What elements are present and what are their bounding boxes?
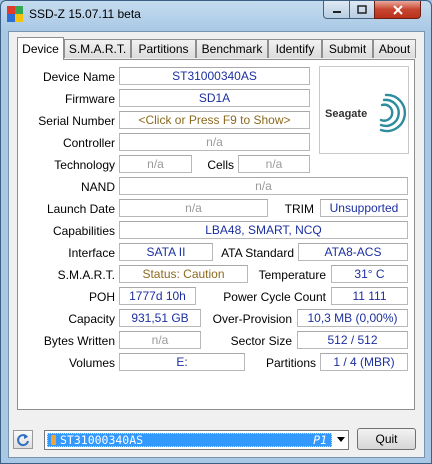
device-name-value: ST31000340AS	[119, 67, 310, 85]
volumes-label: Volumes	[68, 356, 115, 370]
tab-partitions[interactable]: Partitions	[131, 39, 196, 58]
minimize-button[interactable]	[323, 1, 350, 19]
over-provision-value: 10,3 MB (0,00%)	[297, 309, 408, 327]
controller-label: Controller	[62, 136, 115, 150]
volumes-value: E:	[119, 353, 245, 371]
bytes-written-value: n/a	[119, 331, 201, 349]
smart-status-value: Status: Caution	[119, 265, 248, 283]
firmware-label: Firmware	[65, 92, 115, 106]
tab-submit[interactable]: Submit	[322, 39, 373, 58]
launch-date-value: n/a	[119, 199, 268, 217]
maximize-button[interactable]	[349, 1, 375, 19]
bottom-bar: ST31000340AS P1 Quit	[9, 410, 424, 457]
refresh-button[interactable]	[13, 430, 33, 449]
over-provision-label: Over-Provision	[212, 312, 292, 326]
trim-label: TRIM	[284, 202, 314, 216]
window-title: SSD-Z 15.07.11 beta	[29, 7, 141, 21]
cells-value: n/a	[238, 155, 310, 173]
temperature-value: 31° C	[331, 265, 408, 283]
launch-date-label: Launch Date	[46, 202, 115, 216]
tab-benchmark[interactable]: Benchmark	[196, 39, 268, 58]
serial-number-value[interactable]: <Click or Press F9 to Show>	[119, 111, 310, 129]
capacity-value: 931,51 GB	[119, 309, 201, 327]
ata-standard-label: ATA Standard	[221, 246, 294, 260]
serial-number-label: Serial Number	[38, 114, 115, 128]
trim-value: Unsupported	[320, 199, 408, 217]
drive-select[interactable]: ST31000340AS P1	[44, 430, 349, 450]
seagate-logo-icon: Seagate	[325, 93, 407, 133]
maximize-icon	[357, 4, 367, 14]
firmware-value: SD1A	[119, 89, 310, 107]
drive-selected-name: ST31000340AS	[60, 433, 144, 447]
svg-text:Seagate: Seagate	[325, 108, 367, 120]
sector-size-label: Sector Size	[230, 334, 292, 348]
drive-tag: P1	[313, 433, 327, 447]
app-icon	[7, 6, 23, 22]
capabilities-value: LBA48, SMART, NCQ	[119, 221, 408, 239]
cells-label: Cells	[207, 158, 234, 172]
temperature-label: Temperature	[258, 268, 326, 282]
close-icon	[392, 4, 403, 15]
quit-button[interactable]: Quit	[357, 428, 416, 450]
controller-value: n/a	[119, 133, 310, 151]
capacity-label: Capacity	[68, 312, 115, 326]
nand-value: n/a	[119, 177, 408, 195]
poh-value: 1777d 10h	[119, 287, 196, 305]
client-area: Device S.M.A.R.T. Partitions Benchmark I…	[8, 31, 425, 458]
device-panel: Device Name ST31000340AS Firmware SD1A S…	[17, 59, 415, 410]
vendor-logo: Seagate	[319, 66, 409, 154]
chevron-down-icon[interactable]	[337, 437, 345, 442]
technology-label: Technology	[54, 158, 115, 172]
nand-label: NAND	[80, 180, 115, 194]
power-cycle-count-label: Power Cycle Count	[223, 290, 326, 304]
close-button[interactable]	[374, 1, 421, 19]
bytes-written-label: Bytes Written	[43, 334, 115, 348]
device-name-label: Device Name	[42, 70, 115, 84]
tab-device[interactable]: Device	[17, 37, 64, 60]
tab-about[interactable]: About	[373, 39, 416, 58]
poh-label: POH	[88, 290, 115, 304]
drive-color-bar	[51, 435, 56, 445]
interface-value: SATA II	[119, 243, 213, 261]
minimize-icon	[332, 10, 341, 13]
title-bar[interactable]: SSD-Z 15.07.11 beta	[1, 1, 431, 29]
sector-size-value: 512 / 512	[297, 331, 408, 349]
interface-label: Interface	[68, 246, 115, 260]
drive-selected-item: ST31000340AS P1	[47, 433, 332, 447]
smart-label: S.M.A.R.T.	[57, 268, 115, 282]
partitions-value: 1 / 4 (MBR)	[320, 353, 408, 371]
tab-identify[interactable]: Identify	[268, 39, 322, 58]
capabilities-label: Capabilities	[52, 224, 115, 238]
tab-smart[interactable]: S.M.A.R.T.	[64, 39, 131, 58]
partitions-label: Partitions	[265, 356, 316, 370]
refresh-icon	[17, 433, 29, 446]
app-window: SSD-Z 15.07.11 beta Device S.M.A.R.T. Pa…	[0, 0, 432, 464]
ata-standard-value: ATA8-ACS	[298, 243, 408, 261]
power-cycle-count-value: 11 111	[331, 287, 408, 305]
technology-value: n/a	[119, 155, 192, 173]
